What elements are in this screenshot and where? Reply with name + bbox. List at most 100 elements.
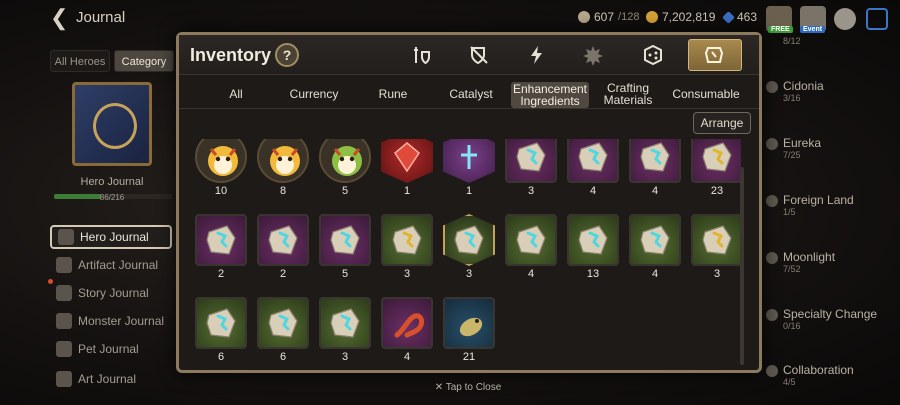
region-specialty-change[interactable]: Specialty Change 0/16	[766, 307, 900, 331]
item-icon	[381, 297, 433, 349]
inventory-scrollbar[interactable]	[740, 167, 744, 365]
equipment-icon[interactable]	[399, 39, 443, 71]
gem-value: 463	[737, 10, 758, 24]
region-moonlight[interactable]: Moonlight 7/52	[766, 250, 900, 274]
gem-icon	[722, 10, 735, 24]
region-count: 3/16	[783, 93, 801, 103]
lightning-icon[interactable]	[515, 39, 559, 71]
chat-icon[interactable]	[834, 8, 856, 30]
inventory-item[interactable]: 4	[505, 214, 557, 286]
subtab-all[interactable]: All	[189, 79, 283, 109]
journal-filter-tabs: All Heroes Category	[50, 50, 174, 72]
tab-category[interactable]: Category	[114, 50, 174, 72]
item-quantity: 4	[651, 185, 659, 197]
subtab-crafting-materials[interactable]: Crafting Materials	[591, 79, 665, 109]
inventory-item[interactable]: 13	[567, 214, 619, 286]
item-icon	[443, 297, 495, 349]
subtab-currency[interactable]: Currency	[273, 79, 355, 109]
mail-icon[interactable]: Event	[800, 6, 826, 33]
story-icon	[56, 285, 72, 301]
gold-resource[interactable]: 7,202,819	[646, 10, 715, 24]
region-eureka[interactable]: Eureka 7/25	[766, 136, 900, 160]
nav-label: Hero Journal	[80, 230, 149, 244]
item-icon	[567, 139, 619, 183]
subtab-catalyst[interactable]: Catalyst	[431, 79, 511, 109]
region-item[interactable]: 8/12	[766, 36, 900, 46]
region-name: Cidonia	[783, 79, 824, 93]
inventory-item[interactable]: 3	[691, 214, 741, 286]
inventory-modal: Inventory ? All Currency Rune Catalyst E…	[176, 32, 762, 373]
inventory-item[interactable]: 3	[443, 214, 495, 286]
shop-icon[interactable]: FREE	[766, 6, 793, 33]
cube-icon[interactable]	[631, 39, 675, 71]
inventory-item[interactable]: 8	[257, 139, 309, 203]
inventory-item[interactable]: 21	[443, 297, 495, 369]
region-name: Specialty Change	[783, 307, 878, 321]
inventory-item[interactable]: 4	[629, 214, 681, 286]
item-icon	[257, 139, 309, 183]
inventory-header: Inventory ?	[179, 35, 759, 75]
region-icon	[766, 137, 778, 150]
hero-journal-count: 86/216	[99, 193, 125, 202]
subtab-enhancement-ingredients[interactable]: Enhancement Ingredients	[511, 82, 589, 108]
hero-journal-caption: Hero Journal	[80, 176, 144, 188]
item-icon	[195, 297, 247, 349]
item-icon	[381, 214, 433, 266]
item-quantity: 4	[527, 268, 535, 280]
item-icon	[505, 139, 557, 183]
item-quantity: 4	[651, 268, 659, 280]
item-quantity: 8	[279, 185, 287, 197]
materials-icon[interactable]	[688, 39, 742, 71]
region-icon	[766, 194, 778, 207]
inventory-item[interactable]: 3	[381, 214, 433, 286]
gem-resource[interactable]: 463	[722, 10, 758, 24]
region-icon	[766, 251, 778, 264]
subtab-rune[interactable]: Rune	[355, 79, 431, 109]
stamina-resource[interactable]: 607/128	[578, 10, 639, 24]
inventory-item[interactable]: 2	[195, 214, 247, 286]
nav-label: Pet Journal	[78, 342, 139, 356]
nav-label: Story Journal	[78, 286, 149, 300]
nav-monster-journal[interactable]: Monster Journal	[50, 309, 172, 333]
inventory-item[interactable]: 2	[257, 214, 309, 286]
inventory-item[interactable]: 23	[691, 139, 741, 203]
inventory-item[interactable]: 4	[567, 139, 619, 203]
tap-to-close-hint[interactable]: ✕ Tap to Close	[0, 382, 900, 393]
inventory-item[interactable]: 5	[319, 214, 371, 286]
help-button[interactable]: ?	[275, 43, 299, 67]
inventory-item[interactable]: 6	[195, 297, 247, 369]
nav-artifact-journal[interactable]: Artifact Journal	[50, 253, 172, 277]
nav-story-journal[interactable]: Story Journal	[50, 281, 172, 305]
inventory-item[interactable]: 1	[381, 139, 433, 203]
nav-hero-journal[interactable]: Hero Journal	[50, 225, 172, 249]
nav-label: Monster Journal	[78, 314, 165, 328]
arrange-button[interactable]: Arrange	[693, 112, 751, 134]
stamina-value: 607	[594, 10, 615, 24]
menu-grid-icon[interactable]	[866, 8, 888, 30]
region-name: Foreign Land	[783, 193, 854, 207]
item-icon	[629, 214, 681, 266]
item-icon	[195, 214, 247, 266]
inventory-item[interactable]: 3	[505, 139, 557, 203]
hero-journal-book-image[interactable]	[72, 82, 152, 166]
tab-all-heroes[interactable]: All Heroes	[50, 50, 110, 72]
inventory-item[interactable]: 10	[195, 139, 247, 203]
item-quantity: 21	[462, 351, 476, 363]
inventory-item[interactable]: 6	[257, 297, 309, 369]
item-quantity: 6	[217, 351, 225, 363]
nav-label: Artifact Journal	[78, 258, 159, 272]
subtab-consumable[interactable]: Consumable	[665, 79, 747, 109]
inventory-item[interactable]: 5	[319, 139, 371, 203]
item-quantity: 13	[586, 268, 600, 280]
inventory-item[interactable]: 1	[443, 139, 495, 203]
nav-pet-journal[interactable]: Pet Journal	[50, 337, 172, 361]
back-arrow-icon[interactable]: ❮	[50, 6, 70, 30]
artifact-splat-icon[interactable]	[571, 39, 615, 71]
region-cidonia[interactable]: Cidonia 3/16	[766, 79, 900, 103]
event-badge: Event	[800, 26, 826, 33]
region-foreign-land[interactable]: Foreign Land 1/5	[766, 193, 900, 217]
inventory-item[interactable]: 4	[381, 297, 433, 369]
inventory-item[interactable]: 4	[629, 139, 681, 203]
inventory-item[interactable]: 3	[319, 297, 371, 369]
shield-sword-icon[interactable]	[457, 39, 501, 71]
